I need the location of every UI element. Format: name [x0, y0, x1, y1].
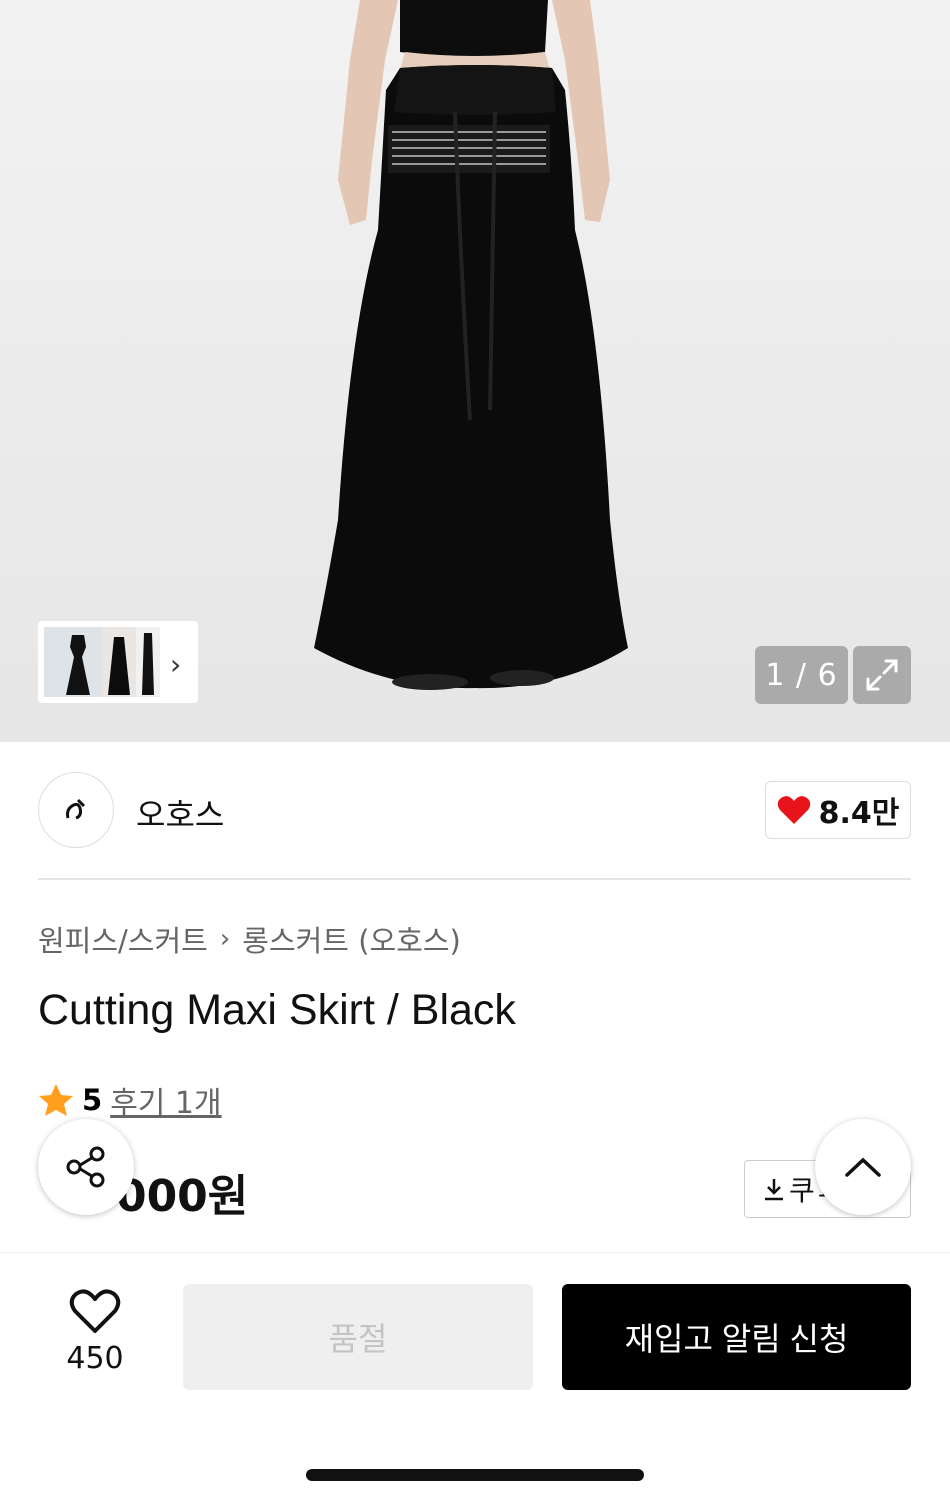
- price-value: 000원: [115, 1171, 249, 1222]
- breadcrumb-category[interactable]: 원피스/스커트: [38, 918, 208, 960]
- brand-logo-icon: [66, 798, 86, 820]
- product-image[interactable]: › 1 / 6: [0, 0, 950, 742]
- wishlist-count: 450: [66, 1341, 124, 1376]
- product-title: Cutting Maxi Skirt / Black: [38, 986, 516, 1034]
- chevron-right-icon[interactable]: ›: [170, 648, 181, 681]
- star-icon: [39, 1084, 73, 1116]
- thumbnail-3[interactable]: [136, 627, 160, 697]
- restock-alert-button[interactable]: 재입고 알림 신청: [562, 1284, 911, 1390]
- heart-outline-icon: [69, 1289, 121, 1333]
- share-icon: [66, 1146, 105, 1188]
- thumbnail-1[interactable]: [44, 627, 108, 697]
- chevron-up-icon: [845, 1157, 881, 1177]
- brand-row[interactable]: 오호스 8.4만: [38, 772, 911, 850]
- bottom-action-bar: 450 품절 재입고 알림 신청: [0, 1252, 950, 1500]
- home-indicator: [306, 1469, 644, 1481]
- brand-logo[interactable]: [38, 772, 114, 848]
- thumbnail-2[interactable]: [102, 627, 136, 697]
- scroll-top-button[interactable]: [815, 1119, 911, 1215]
- soldout-button: 품절: [183, 1284, 533, 1390]
- expand-button[interactable]: [853, 646, 911, 704]
- brand-name[interactable]: 오호스: [136, 790, 224, 836]
- rating-row: 5 후기 1개: [38, 1078, 222, 1122]
- wishlist-button[interactable]: 450: [55, 1289, 135, 1376]
- share-button[interactable]: [38, 1119, 134, 1215]
- breadcrumb: 원피스/스커트 › 롱스커트 (오호스): [38, 918, 461, 960]
- breadcrumb-subcategory[interactable]: 롱스커트 (오호스): [242, 918, 461, 960]
- divider: [38, 878, 911, 880]
- chevron-right-icon: ›: [219, 924, 231, 954]
- download-icon: [765, 1179, 783, 1201]
- brand-like-count: 8.4만: [818, 796, 900, 831]
- brand-like-button[interactable]: 8.4만: [765, 781, 911, 839]
- heart-filled-icon: [777, 796, 810, 824]
- expand-icon: [866, 659, 898, 691]
- image-page-counter: 1 / 6: [755, 646, 848, 704]
- rating-value: 5: [82, 1083, 103, 1117]
- reviews-link[interactable]: 후기 1개: [110, 1078, 221, 1122]
